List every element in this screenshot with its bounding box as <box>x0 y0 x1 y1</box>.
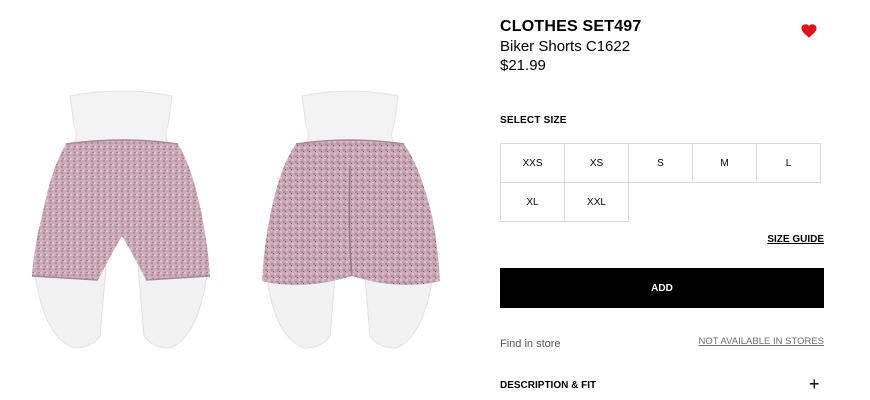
product-collection: CLOTHES SET497 <box>500 18 642 35</box>
size-option-m[interactable]: M <box>692 143 757 183</box>
shorts-front-illustration <box>31 90 211 349</box>
description-fit-toggle[interactable]: DESCRIPTION & FIT <box>500 380 596 391</box>
product-info-panel: CLOTHES SET497 Biker Shorts C1622 $21.99… <box>500 0 830 400</box>
size-selector: XXS XS S M L XL XXL <box>500 143 825 222</box>
add-to-cart-button[interactable]: ADD <box>500 268 824 308</box>
size-option-l[interactable]: L <box>756 143 821 183</box>
shorts-back-illustration <box>262 90 440 349</box>
size-option-xl[interactable]: XL <box>500 182 565 222</box>
store-availability-link[interactable]: NOT AVAILABLE IN STORES <box>699 336 824 347</box>
heart-icon[interactable] <box>800 22 818 40</box>
size-guide-link[interactable]: SIZE GUIDE <box>767 234 824 245</box>
product-name: Biker Shorts C1622 <box>500 38 631 55</box>
product-price: $21.99 <box>500 57 546 74</box>
size-option-xs[interactable]: XS <box>564 143 629 183</box>
find-in-store-link[interactable]: Find in store <box>500 338 561 350</box>
size-option-xxl[interactable]: XXL <box>564 182 629 222</box>
size-option-s[interactable]: S <box>628 143 693 183</box>
product-image-front[interactable] <box>22 86 222 356</box>
size-option-xxs[interactable]: XXS <box>500 143 565 183</box>
product-image-back[interactable] <box>250 86 450 356</box>
product-gallery <box>0 0 480 400</box>
select-size-label: SELECT SIZE <box>500 115 567 126</box>
plus-icon[interactable]: + <box>809 374 820 395</box>
